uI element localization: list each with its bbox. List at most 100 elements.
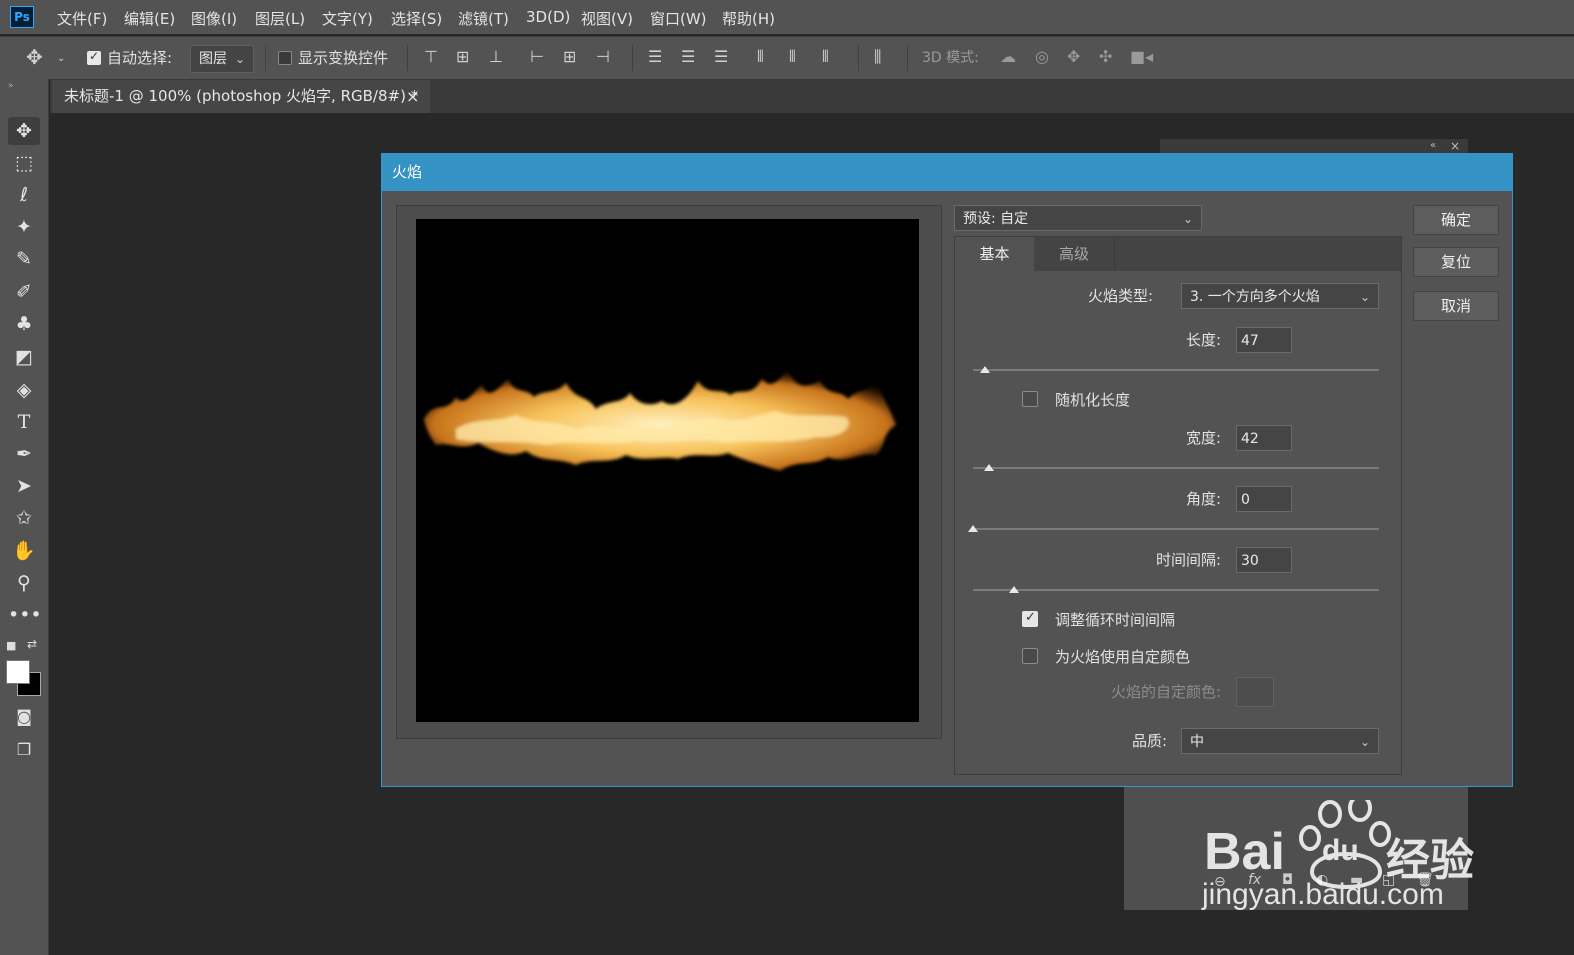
3d-scale-icon[interactable]: ■◂: [1130, 47, 1153, 67]
menu-file[interactable]: 文件(F): [57, 8, 107, 29]
marquee-icon[interactable]: ⬚: [8, 149, 40, 177]
auto-select-target-dropdown[interactable]: 图层 ⌄: [190, 45, 254, 73]
close-icon[interactable]: ×: [1450, 139, 1460, 153]
default-colors-icon[interactable]: ■: [6, 639, 16, 652]
move-icon[interactable]: ✥: [8, 117, 40, 145]
show-transform-checkbox[interactable]: [278, 51, 292, 65]
tab-advanced[interactable]: 高级: [1034, 237, 1115, 271]
flame-preview: [424, 369, 896, 471]
lasso-icon[interactable]: ℓ: [8, 181, 40, 209]
distribute-hcenter-icon[interactable]: ⫴: [789, 47, 796, 67]
eraser-icon[interactable]: ◩: [8, 343, 40, 371]
distribute-spacing-icon[interactable]: ⫼: [874, 47, 881, 67]
align-left-icon[interactable]: ⊢: [530, 47, 544, 67]
tab-content: 火焰类型: 3. 一个方向多个火焰 ⌄ 长度: 47 随机化长度 宽度: 42 …: [955, 271, 1401, 774]
swap-colors-icon[interactable]: ⇄: [27, 637, 37, 651]
distribute-bottom-icon[interactable]: ☰: [714, 47, 728, 67]
flame-color-swatch[interactable]: [1236, 677, 1274, 707]
flame-type-dropdown[interactable]: 3. 一个方向多个火焰 ⌄: [1181, 283, 1379, 309]
collapse-icon[interactable]: »: [8, 81, 14, 91]
collapse-icon[interactable]: «: [1430, 140, 1436, 151]
shape-icon[interactable]: ✩: [8, 504, 40, 532]
menu-3d[interactable]: 3D(D): [526, 8, 570, 26]
custom-color-checkbox[interactable]: [1022, 648, 1038, 664]
more-tools-icon[interactable]: •••: [8, 601, 42, 629]
chevron-down-icon: ⌄: [1359, 290, 1370, 304]
distribute-top-icon[interactable]: ☰: [648, 47, 662, 67]
menu-select[interactable]: 选择(S): [391, 8, 442, 29]
dialog-titlebar[interactable]: 火焰: [382, 154, 1512, 191]
length-label: 长度:: [1185, 331, 1221, 349]
brand-du: du: [1322, 834, 1359, 867]
width-slider-thumb[interactable]: [984, 464, 995, 471]
close-icon[interactable]: ×: [406, 80, 419, 113]
brush-icon[interactable]: ✐: [8, 278, 40, 306]
eyedropper-icon[interactable]: ✎: [8, 245, 40, 273]
zoom-icon[interactable]: ⚲: [8, 569, 40, 597]
tab-basic[interactable]: 基本: [955, 237, 1034, 271]
document-tab[interactable]: 未标题-1 @ 100% (photoshop 火焰字, RGB/8#) * ×: [52, 80, 430, 113]
preset-dropdown[interactable]: 预设: 自定 ⌄: [954, 205, 1202, 231]
3d-slide-icon[interactable]: ✣: [1099, 47, 1112, 67]
menu-type[interactable]: 文字(Y): [322, 8, 373, 29]
randomize-length-checkbox[interactable]: [1022, 391, 1038, 407]
3d-orbit-icon[interactable]: ☁: [1000, 47, 1016, 67]
length-slider-track[interactable]: [973, 369, 1379, 371]
length-input[interactable]: 47: [1236, 327, 1292, 353]
chevron-down-icon: ⌄: [1359, 735, 1370, 749]
menu-edit[interactable]: 编辑(E): [124, 8, 175, 29]
divider: [858, 45, 859, 71]
3d-mode-label: 3D 模式:: [922, 50, 979, 66]
foreground-color-swatch[interactable]: [6, 660, 30, 684]
angle-input[interactable]: 0: [1236, 486, 1292, 512]
reset-button[interactable]: 复位: [1413, 247, 1499, 277]
width-slider-track[interactable]: [973, 467, 1379, 469]
angle-slider-track[interactable]: [973, 528, 1379, 530]
hand-icon[interactable]: ✋: [8, 537, 40, 565]
align-vcenter-icon[interactable]: ⊞: [456, 47, 469, 67]
distribute-right-icon[interactable]: ⫴: [822, 47, 829, 67]
ok-button[interactable]: 确定: [1413, 205, 1499, 235]
quality-dropdown[interactable]: 中 ⌄: [1181, 728, 1379, 754]
distribute-vcenter-icon[interactable]: ☰: [681, 47, 695, 67]
angle-slider-thumb[interactable]: [968, 525, 978, 532]
menu-window[interactable]: 窗口(W): [650, 8, 707, 29]
clone-stamp-icon[interactable]: ♣: [8, 310, 40, 338]
distribute-left-icon[interactable]: ⫴: [757, 47, 764, 67]
path-select-icon[interactable]: ➤: [8, 472, 40, 500]
menu-filter[interactable]: 滤镜(T): [458, 8, 509, 29]
adjust-loop-checkbox[interactable]: [1022, 610, 1038, 627]
type-icon[interactable]: T: [8, 408, 40, 436]
menu-image[interactable]: 图像(I): [191, 8, 237, 29]
length-slider-thumb[interactable]: [980, 366, 991, 373]
interval-input[interactable]: 30: [1236, 547, 1292, 573]
align-right-icon[interactable]: ⊣: [596, 47, 610, 67]
menu-view[interactable]: 视图(V): [581, 8, 633, 29]
quality-value: 中: [1190, 734, 1204, 750]
paint-bucket-icon[interactable]: ◈: [8, 376, 40, 404]
pen-icon[interactable]: ✒: [8, 440, 40, 468]
screen-mode-icon[interactable]: ❐: [8, 736, 40, 764]
3d-pan-icon[interactable]: ✥: [1067, 47, 1080, 67]
auto-select-label: 自动选择:: [107, 49, 173, 67]
divider: [632, 45, 633, 71]
cancel-button[interactable]: 取消: [1413, 291, 1499, 321]
interval-slider-thumb[interactable]: [1008, 586, 1019, 593]
width-input[interactable]: 42: [1236, 425, 1292, 451]
auto-select-checkbox[interactable]: [87, 49, 101, 65]
align-hcenter-icon[interactable]: ⊞: [563, 47, 576, 67]
menu-help[interactable]: 帮助(H): [722, 8, 775, 29]
chevron-down-icon[interactable]: ⌄: [57, 49, 65, 69]
align-top-icon[interactable]: ⊤: [424, 47, 438, 67]
flame-dialog: 火焰 预设: 自定 ⌄ 基本 高级 火焰类型: 3. 一个方向多个火焰 ⌄ 长度…: [381, 153, 1513, 787]
3d-roll-icon[interactable]: ◎: [1035, 47, 1049, 67]
brand-url: jingyan.baidu.com: [1202, 878, 1444, 911]
dialog-title: 火焰: [392, 163, 423, 181]
interval-slider-track[interactable]: [973, 589, 1379, 591]
align-bottom-icon[interactable]: ⊥: [489, 47, 503, 67]
quick-mask-icon[interactable]: ◙: [8, 703, 40, 731]
flame-preview-canvas[interactable]: [416, 219, 919, 722]
magic-wand-icon[interactable]: ✦: [8, 213, 40, 241]
menu-layer[interactable]: 图层(L): [255, 8, 305, 29]
move-tool-preset-icon[interactable]: ✥: [26, 47, 43, 67]
